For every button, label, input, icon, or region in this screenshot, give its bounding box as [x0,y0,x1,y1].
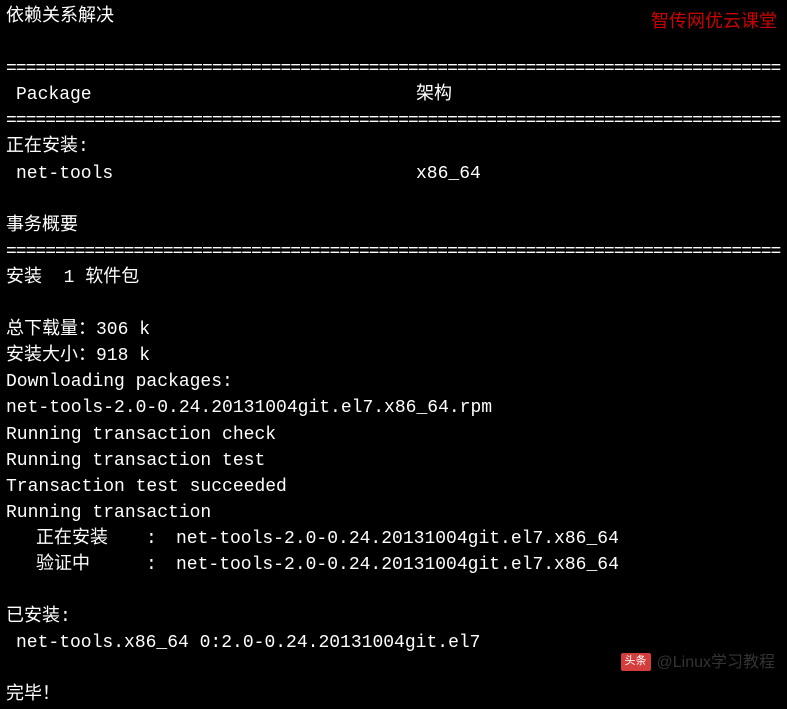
trans-sep: : [146,526,176,552]
package-arch: x86_64 [416,161,781,187]
trans-verifying-row: 验证中 : net-tools-2.0-0.24.20131004git.el7… [6,552,781,578]
total-download: 总下载量：306 k [6,317,781,343]
downloading-line: Downloading packages: [6,369,781,395]
watermark: 智传网优云课堂 [651,8,777,34]
install-size: 安装大小：918 k [6,343,781,369]
footer: 头条 @Linux学习教程 [621,651,776,674]
trans-installing-row: 正在安装 : net-tools-2.0-0.24.20131004git.el… [6,526,781,552]
installed-title: 已安装: [6,604,781,630]
installing-label: 正在安装: [6,134,781,160]
test-succeeded: Transaction test succeeded [6,474,781,500]
run-trans: Running transaction [6,500,781,526]
summary-title: 事务概要 [6,213,781,239]
run-test: Running transaction test [6,448,781,474]
trans-sep: : [146,552,176,578]
done-line: 完毕！ [6,682,781,708]
install-count: 安装 1 软件包 [6,265,781,291]
col-header-package: Package [6,82,416,108]
trans-installing-label: 正在安装 [6,526,146,552]
trans-pkg: net-tools-2.0-0.24.20131004git.el7.x86_6… [176,552,781,578]
divider: ========================================… [6,108,781,134]
trans-pkg: net-tools-2.0-0.24.20131004git.el7.x86_6… [176,526,781,552]
footer-badge: 头条 [621,653,651,671]
package-name: net-tools [6,161,416,187]
table-header: Package 架构 [6,82,781,108]
footer-text: @Linux学习教程 [657,651,776,674]
package-row: net-tools x86_64 [6,161,781,187]
run-check: Running transaction check [6,422,781,448]
divider: ========================================… [6,239,781,265]
col-header-arch: 架构 [416,82,781,108]
rpm-file: net-tools-2.0-0.24.20131004git.el7.x86_6… [6,395,781,421]
trans-verifying-label: 验证中 [6,552,146,578]
divider: ========================================… [6,56,781,82]
